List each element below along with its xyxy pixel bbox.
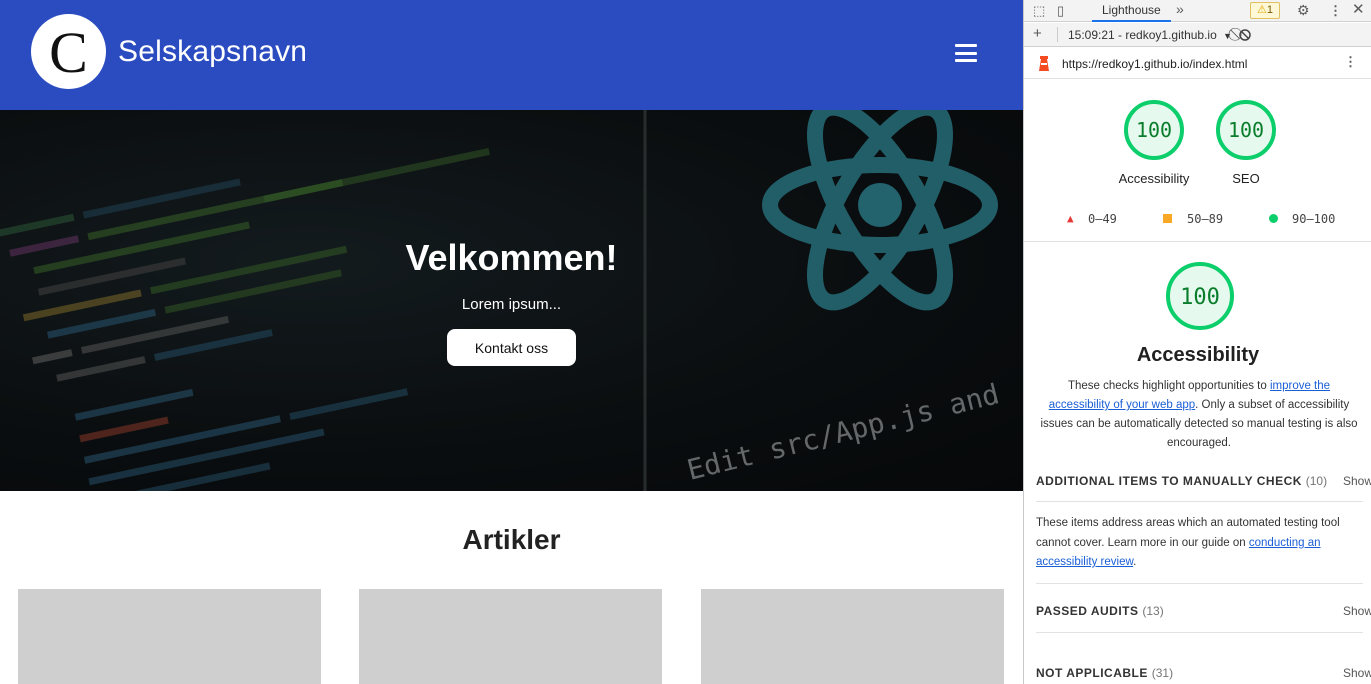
hamburger-menu-icon[interactable] (955, 44, 977, 62)
manual-check-description: These items address areas which an autom… (1036, 514, 1356, 573)
category-score: 100 (1180, 285, 1220, 310)
group-title: PASSED AUDITS (13) (1036, 604, 1164, 618)
legend-average-range: 50–89 (1187, 212, 1224, 226)
show-button[interactable]: Show (1343, 604, 1371, 618)
hero-section: Edit src/App.js and save to rel Velkomme… (0, 110, 1023, 491)
pass-circle-icon (1269, 214, 1278, 223)
more-tabs-icon[interactable]: » (1176, 1, 1184, 17)
hero-title: Velkommen! (405, 237, 618, 278)
lighthouse-logo-icon (1039, 56, 1049, 71)
divider (1036, 501, 1363, 502)
seo-score: 100 (1228, 118, 1264, 142)
score-legend: ▲ 0–49 50–89 90–100 (1024, 212, 1371, 230)
category-score-gauge: 100 (1166, 262, 1234, 330)
warning-badge[interactable]: ⚠1 (1250, 2, 1280, 19)
accessibility-score-label[interactable]: Accessibility (1094, 171, 1214, 186)
accessibility-score: 100 (1136, 118, 1172, 142)
show-button[interactable]: Show (1343, 474, 1371, 488)
group-title-text: PASSED AUDITS (1036, 604, 1139, 618)
divider (1024, 241, 1371, 242)
article-card[interactable] (359, 589, 662, 684)
report-select-value: 15:09:21 - redkoy1.github.io (1068, 28, 1217, 42)
seo-score-label[interactable]: SEO (1206, 171, 1286, 186)
site-header: C Selskapsnavn (0, 0, 1023, 110)
group-not-applicable[interactable]: NOT APPLICABLE (31) Show (1036, 666, 1371, 684)
devtools-panel: ⬚ ▯ Lighthouse » ⚠1 ⚙ ⋮ ✕ + 15:09:21 - r… (1023, 0, 1371, 684)
hero-subtitle: Lorem ipsum... (461, 296, 562, 313)
warning-icon: ⚠ (1257, 4, 1267, 16)
legend-pass-range: 90–100 (1292, 212, 1336, 226)
group-title-text: NOT APPLICABLE (1036, 666, 1148, 680)
close-devtools-icon[interactable]: ✕ (1352, 2, 1365, 18)
category-title: Accessibility (1136, 344, 1260, 366)
contact-button[interactable]: Kontakt oss (447, 329, 576, 366)
article-card[interactable] (18, 589, 321, 684)
report-select[interactable]: 15:09:21 - redkoy1.github.io ▼ (1068, 28, 1232, 42)
average-square-icon (1163, 214, 1172, 223)
lighthouse-toolbar: + 15:09:21 - redkoy1.github.io ▼ ⃠ (1024, 23, 1371, 47)
group-count: (13) (1142, 604, 1164, 618)
show-button[interactable]: Show (1343, 666, 1371, 680)
article-card[interactable] (701, 589, 1004, 684)
articles-heading: Artikler (462, 524, 561, 555)
company-name[interactable]: Selskapsnavn (118, 35, 307, 69)
tab-lighthouse[interactable]: Lighthouse (1092, 0, 1171, 22)
report-menu-icon[interactable]: ⋮ (1344, 54, 1357, 70)
category-desc-text: These checks highlight opportunities to (1067, 380, 1270, 392)
block-icon[interactable] (1239, 29, 1251, 41)
company-logo[interactable]: C (31, 14, 106, 89)
group-title: ADDITIONAL ITEMS TO MANUALLY CHECK (10) (1036, 474, 1327, 488)
website-viewport: C Selskapsnavn Edit src/App.js and save … (0, 0, 1023, 684)
group-passed-audits[interactable]: PASSED AUDITS (13) Show (1036, 604, 1371, 624)
accessibility-score-gauge[interactable]: 100 (1122, 98, 1186, 162)
settings-gear-icon[interactable]: ⚙ (1297, 2, 1310, 18)
toolbar-divider (1057, 27, 1058, 42)
group-manual-check[interactable]: ADDITIONAL ITEMS TO MANUALLY CHECK (10) … (1036, 474, 1371, 494)
inspect-element-icon[interactable]: ⬚ (1033, 3, 1045, 19)
new-report-plus-icon[interactable]: + (1033, 26, 1042, 42)
fail-triangle-icon: ▲ (1067, 212, 1074, 225)
group-title-text: ADDITIONAL ITEMS TO MANUALLY CHECK (1036, 474, 1302, 488)
device-toolbar-icon[interactable]: ▯ (1057, 3, 1064, 19)
logo-letter: C (49, 19, 88, 85)
devtools-tabbar: ⬚ ▯ Lighthouse » ⚠1 ⚙ ⋮ ✕ (1024, 0, 1371, 22)
manual-desc-text-end: . (1133, 556, 1137, 568)
dropdown-caret-icon: ▼ (1223, 31, 1233, 41)
group-count: (31) (1151, 666, 1174, 680)
warning-count: 1 (1266, 4, 1273, 16)
more-options-icon[interactable]: ⋮ (1329, 3, 1342, 19)
report-url-bar: https://redkoy1.github.io/index.html ⋮ (1024, 48, 1371, 79)
divider (1036, 583, 1363, 584)
report-url[interactable]: https://redkoy1.github.io/index.html (1062, 57, 1247, 71)
group-count: (10) (1305, 474, 1328, 488)
group-title: NOT APPLICABLE (31) (1036, 666, 1173, 680)
seo-score-gauge[interactable]: 100 (1214, 98, 1278, 162)
legend-fail-range: 0–49 (1088, 212, 1117, 226)
category-description: These checks highlight opportunities to … (1036, 377, 1362, 453)
divider (1036, 632, 1363, 633)
